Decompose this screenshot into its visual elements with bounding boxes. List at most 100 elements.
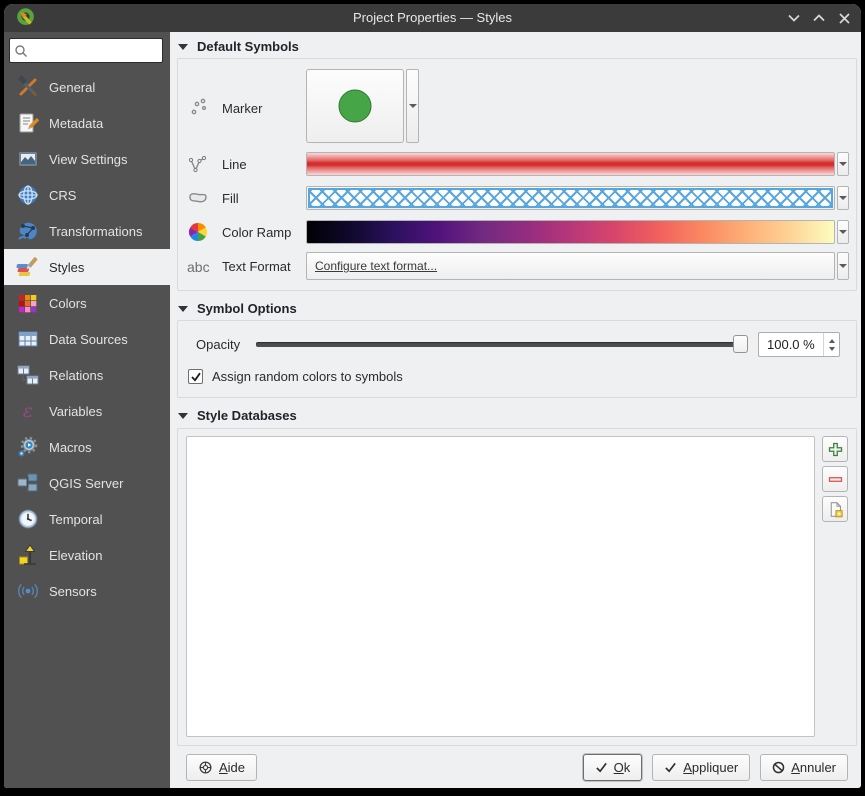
minimize-icon[interactable]	[785, 9, 803, 27]
sidebar-item-label: Styles	[49, 260, 84, 275]
sidebar-item-label: QGIS Server	[49, 476, 123, 491]
sidebar-item-label: Metadata	[49, 116, 103, 131]
fill-symbol-preview	[308, 188, 833, 208]
line-label: Line	[222, 157, 247, 172]
opacity-slider-handle[interactable]	[733, 335, 748, 353]
help-button[interactable]: Aide	[186, 754, 257, 781]
line-dropdown-button[interactable]	[837, 152, 849, 176]
spin-down-icon[interactable]	[829, 347, 835, 351]
line-preview-button[interactable]	[306, 152, 835, 176]
sidebar-item-label: Macros	[49, 440, 92, 455]
sidebar-item-relations[interactable]: Relations	[4, 357, 170, 393]
remove-icon	[827, 471, 844, 488]
server-icon	[16, 471, 40, 495]
document-pencil-icon	[16, 111, 40, 135]
tools-icon	[16, 75, 40, 99]
add-icon	[827, 441, 844, 458]
default-symbols-header[interactable]: Default Symbols	[178, 39, 299, 54]
globe-network-icon	[16, 219, 40, 243]
chevron-down-icon	[839, 230, 847, 234]
sidebar-item-general[interactable]: General	[4, 69, 170, 105]
apply-button-label: Appliquer	[683, 760, 738, 775]
color-ramp-button[interactable]	[306, 220, 835, 244]
window-title: Project Properties — Styles	[4, 4, 861, 32]
section-title: Style Databases	[197, 408, 297, 423]
ok-button[interactable]: Ok	[583, 754, 643, 781]
sidebar-item-label: Sensors	[49, 584, 97, 599]
color-ramp-label: Color Ramp	[222, 225, 291, 240]
globe-icon	[16, 183, 40, 207]
cancel-button[interactable]: Annuler	[760, 754, 848, 781]
opacity-value: 100.0 %	[759, 337, 823, 352]
color-ramp-dropdown-button[interactable]	[837, 220, 849, 244]
configure-text-format-link[interactable]: Configure text format...	[315, 259, 437, 273]
svg-text:ε: ε	[23, 400, 33, 422]
text-format-dropdown-button[interactable]	[837, 252, 849, 280]
table-icon	[16, 327, 40, 351]
chevron-down-icon	[409, 104, 417, 108]
add-style-database-button[interactable]	[822, 436, 848, 462]
sidebar-item-styles[interactable]: Styles	[4, 249, 170, 285]
search-input[interactable]	[28, 44, 148, 58]
opacity-spinbox[interactable]: 100.0 %	[758, 332, 840, 357]
spinner-arrows[interactable]	[823, 333, 839, 356]
text-format-button[interactable]: Configure text format...	[306, 252, 835, 280]
remove-style-database-button[interactable]	[822, 466, 848, 492]
sidebar-item-label: Temporal	[49, 512, 102, 527]
help-button-label: Aide	[219, 760, 245, 775]
paintbrush-icon	[16, 255, 40, 279]
marker-dropdown-button[interactable]	[406, 69, 419, 143]
sidebar-item-data-sources[interactable]: Data Sources	[4, 321, 170, 357]
gear-play-icon	[16, 435, 40, 459]
cancel-button-label: Annuler	[791, 760, 836, 775]
relations-tables-icon	[16, 363, 40, 387]
spin-up-icon[interactable]	[829, 339, 835, 343]
sidebar-item-label: Data Sources	[49, 332, 128, 347]
sidebar-item-metadata[interactable]: Metadata	[4, 105, 170, 141]
random-colors-checkbox[interactable]	[188, 369, 203, 384]
sidebar-item-colors[interactable]: Colors	[4, 285, 170, 321]
sidebar-item-label: Elevation	[49, 548, 102, 563]
style-databases-list[interactable]	[186, 436, 815, 737]
fill-dropdown-button[interactable]	[837, 186, 849, 210]
opacity-slider[interactable]	[256, 335, 748, 353]
style-databases-header[interactable]: Style Databases	[178, 408, 297, 423]
sidebar-item-crs[interactable]: CRS	[4, 177, 170, 213]
new-file-icon	[827, 501, 844, 518]
chevron-down-icon	[839, 264, 847, 268]
elevation-arrow-icon	[16, 543, 40, 567]
sidebar-nav: General Metadata	[4, 69, 170, 609]
sidebar-item-label: Colors	[49, 296, 87, 311]
sidebar-item-transformations[interactable]: Transformations	[4, 213, 170, 249]
new-style-database-button[interactable]	[822, 496, 848, 522]
sensor-waves-icon	[16, 579, 40, 603]
marker-symbol-preview	[339, 90, 372, 123]
sidebar-item-elevation[interactable]: Elevation	[4, 537, 170, 573]
search-box[interactable]	[9, 38, 163, 63]
ok-button-label: Ok	[614, 760, 631, 775]
sidebar-item-view-settings[interactable]: View Settings	[4, 141, 170, 177]
color-ramp-preview	[307, 221, 834, 243]
fill-preview-button[interactable]	[306, 186, 835, 210]
color-wheel-icon	[186, 220, 210, 244]
collapse-arrow-icon	[178, 306, 188, 312]
symbol-options-header[interactable]: Symbol Options	[178, 301, 297, 316]
color-swatches-icon	[16, 291, 40, 315]
maximize-icon[interactable]	[810, 9, 828, 27]
line-symbol-preview	[307, 153, 834, 175]
sidebar-item-label: CRS	[49, 188, 76, 203]
marker-preview-button[interactable]	[306, 69, 404, 143]
sidebar-item-qgis-server[interactable]: QGIS Server	[4, 465, 170, 501]
map-view-icon	[16, 147, 40, 171]
sidebar-item-variables[interactable]: ε Variables	[4, 393, 170, 429]
sidebar: General Metadata	[4, 32, 170, 788]
apply-button[interactable]: Appliquer	[652, 754, 750, 781]
sidebar-item-sensors[interactable]: Sensors	[4, 573, 170, 609]
styles-panel: Default Symbols Marker Line	[170, 32, 861, 788]
sidebar-item-label: General	[49, 80, 95, 95]
opacity-slider-track[interactable]	[256, 342, 748, 347]
close-icon[interactable]	[835, 9, 853, 27]
sidebar-item-temporal[interactable]: Temporal	[4, 501, 170, 537]
apply-check-icon	[664, 761, 677, 774]
sidebar-item-macros[interactable]: Macros	[4, 429, 170, 465]
